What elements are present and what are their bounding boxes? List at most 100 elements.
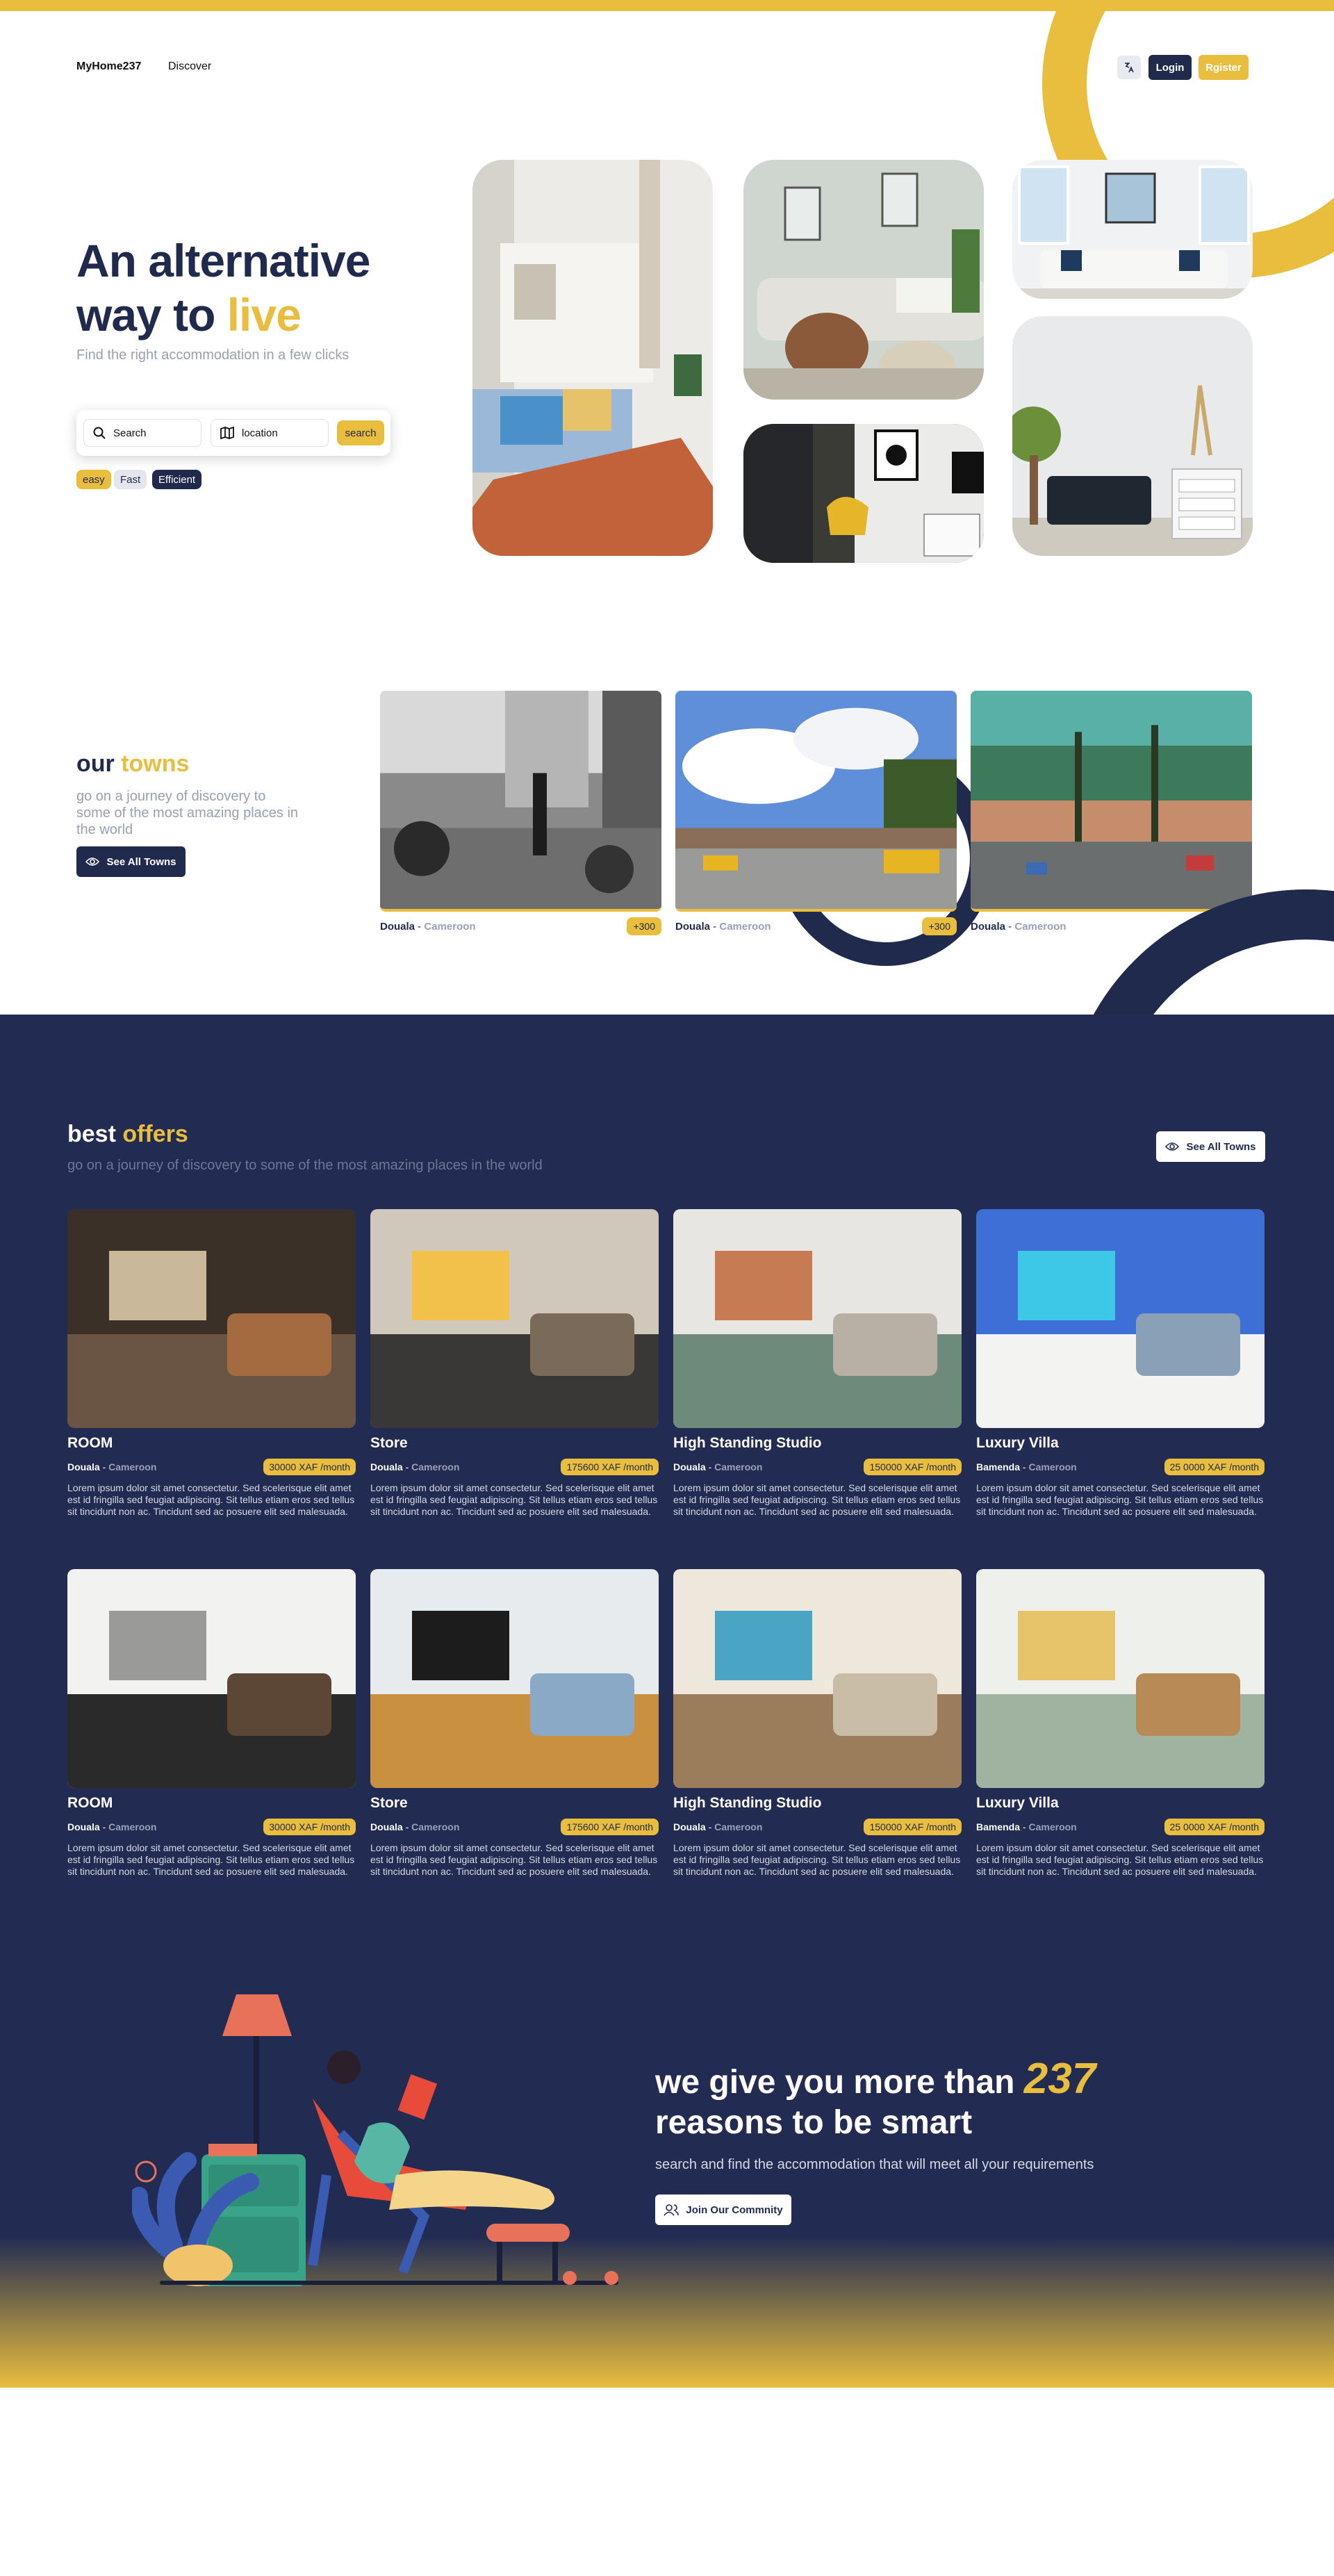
- offer-meta: Douala - Cameroon 175600 XAF /month: [370, 1819, 659, 1835]
- search-icon: [93, 427, 106, 439]
- nav-discover[interactable]: Discover: [168, 60, 211, 73]
- offer-location: Bamenda - Cameroon: [976, 1461, 1077, 1472]
- offer-price-badge: 175600 XAF /month: [561, 1819, 659, 1835]
- join-community-button[interactable]: Join Our Commnity: [655, 2194, 791, 2225]
- offer-image: [67, 1569, 356, 1788]
- eye-icon: [85, 858, 100, 866]
- tag-fast: Fast: [114, 470, 147, 489]
- hero-subtitle: Find the right accommodation in a few cl…: [76, 347, 349, 363]
- offer-price-badge: 25 0000 XAF /month: [1164, 1459, 1265, 1475]
- see-all-offers-label: See All Towns: [1186, 1140, 1256, 1153]
- town-card[interactable]: Douala - Cameroon +300: [380, 691, 661, 935]
- offer-card[interactable]: Luxury Villa Bamenda - Cameroon 25 0000 XA…: [976, 1209, 1265, 1518]
- cta-title-line1: we give you more than 237: [655, 2058, 1096, 2103]
- offers-title-text: best: [67, 1121, 123, 1147]
- offer-card[interactable]: ROOM Douala - Cameroon 30000 XAF /month Lor…: [67, 1569, 356, 1878]
- town-image: [971, 691, 1252, 912]
- offer-description: Lorem ipsum dolor sit amet consectetur. …: [976, 1482, 1264, 1517]
- town-image: [675, 691, 957, 912]
- cta-title: we give you more than 237 reasons to be …: [655, 2058, 1096, 2143]
- towns-title-highlight: towns: [121, 750, 190, 777]
- offer-description: Lorem ipsum dolor sit amet consectetur. …: [370, 1482, 658, 1517]
- offer-description: Lorem ipsum dolor sit amet consectetur. …: [67, 1482, 355, 1517]
- town-location: Douala - Cameroon: [380, 920, 476, 933]
- offer-country: Cameroon: [108, 1821, 157, 1832]
- offer-description: Lorem ipsum dolor sit amet consectetur. …: [67, 1842, 355, 1877]
- town-image: [380, 691, 661, 912]
- hero-title: An alternative way to live: [76, 233, 370, 342]
- town-country: Cameroon: [1014, 920, 1067, 933]
- offer-country: Cameroon: [714, 1461, 763, 1472]
- offer-description: Lorem ipsum dolor sit amet consectetur. …: [370, 1842, 658, 1877]
- register-button[interactable]: Rgister: [1199, 55, 1249, 80]
- town-count-badge: +300: [627, 917, 661, 935]
- eye-icon: [1165, 1142, 1180, 1151]
- tag-easy: easy: [76, 470, 111, 489]
- see-all-offers-button[interactable]: See All Towns: [1156, 1131, 1265, 1162]
- town-city: Douala: [971, 920, 1006, 933]
- offer-title: ROOM: [67, 1435, 113, 1451]
- cta-title-number: 237: [1023, 2055, 1096, 2103]
- offer-title: Store: [370, 1795, 408, 1811]
- town-count-badge: +300: [922, 917, 957, 935]
- search-bar: Search location search: [76, 410, 390, 456]
- offer-image: [673, 1569, 962, 1788]
- offer-card[interactable]: Store Douala - Cameroon 175600 XAF /month L…: [370, 1569, 659, 1878]
- location-input-placeholder: location: [242, 427, 278, 439]
- see-all-towns-label: See All Towns: [106, 855, 176, 868]
- hero-title-text: way to: [76, 289, 227, 341]
- town-meta: Douala - Cameroon +300: [380, 917, 661, 935]
- location-input[interactable]: location: [211, 419, 329, 447]
- offer-price-badge: 30000 XAF /month: [263, 1819, 356, 1835]
- town-card[interactable]: Douala - Cameroon +300: [675, 691, 957, 935]
- hero-title-highlight: live: [227, 289, 302, 341]
- hero-photo-chair: [743, 424, 984, 563]
- see-all-towns-button[interactable]: See All Towns: [76, 846, 186, 877]
- language-button[interactable]: [1117, 56, 1141, 79]
- offer-price-badge: 25 0000 XAF /month: [1164, 1819, 1265, 1835]
- offer-price-badge: 150000 XAF /month: [864, 1819, 962, 1835]
- cta-title-line2: reasons to be smart: [655, 2104, 973, 2141]
- offer-title: High Standing Studio: [673, 1435, 822, 1451]
- offers-title: best offers: [67, 1121, 188, 1148]
- offer-price-badge: 150000 XAF /month: [864, 1459, 962, 1475]
- offer-card[interactable]: High Standing Studio Douala - Cameroon 150…: [673, 1569, 962, 1878]
- search-input[interactable]: Search: [83, 419, 201, 447]
- offer-location: Douala - Cameroon: [67, 1461, 157, 1472]
- search-button[interactable]: search: [337, 420, 384, 445]
- towns-title-text: our: [76, 750, 122, 777]
- cta-subtitle: search and find the accommodation that w…: [655, 2157, 1094, 2172]
- town-city: Douala: [675, 920, 711, 933]
- offer-card[interactable]: ROOM Douala - Cameroon 30000 XAF /month Lor…: [67, 1209, 356, 1518]
- offer-meta: Bamenda - Cameroon 25 0000 XAF /month: [976, 1459, 1265, 1475]
- offer-meta: Douala - Cameroon 30000 XAF /month: [67, 1819, 356, 1835]
- offer-image: [370, 1569, 659, 1788]
- offer-city: Douala: [67, 1821, 100, 1832]
- offer-title: Luxury Villa: [976, 1795, 1059, 1811]
- hero-photo-room: [472, 160, 713, 556]
- towns-subtitle: go on a journey of discovery to some of …: [76, 789, 299, 837]
- town-country: Cameroon: [719, 920, 771, 933]
- offer-image: [67, 1209, 356, 1428]
- offer-location: Douala - Cameroon: [673, 1461, 763, 1472]
- offer-title: Luxury Villa: [976, 1435, 1059, 1451]
- offer-country: Cameroon: [411, 1461, 460, 1472]
- offer-city: Douala: [370, 1461, 403, 1472]
- town-meta: Douala - Cameroon +300: [675, 917, 957, 935]
- offers-subtitle: go on a journey of discovery to some of …: [67, 1158, 543, 1173]
- offer-card[interactable]: High Standing Studio Douala - Cameroon 150…: [673, 1209, 962, 1518]
- offer-title: High Standing Studio: [673, 1795, 822, 1811]
- offers-title-highlight: offers: [122, 1121, 188, 1147]
- town-city: Douala: [380, 920, 415, 933]
- brand-logo[interactable]: MyHome237: [76, 60, 141, 73]
- offer-country: Cameroon: [1028, 1461, 1077, 1472]
- offer-meta: Douala - Cameroon 30000 XAF /month: [67, 1459, 356, 1475]
- hero-photo-lounge: [1012, 316, 1253, 556]
- login-button[interactable]: Login: [1148, 55, 1192, 80]
- cta-title-text: we give you more than: [655, 2064, 1024, 2101]
- offer-card[interactable]: Store Douala - Cameroon 175600 XAF /month L…: [370, 1209, 659, 1518]
- offer-image: [976, 1209, 1265, 1428]
- hero-title-line1: An alternative: [76, 235, 370, 286]
- offer-card[interactable]: Luxury Villa Bamenda - Cameroon 25 0000 XA…: [976, 1569, 1265, 1878]
- town-card[interactable]: Douala - Cameroon +300: [971, 691, 1252, 935]
